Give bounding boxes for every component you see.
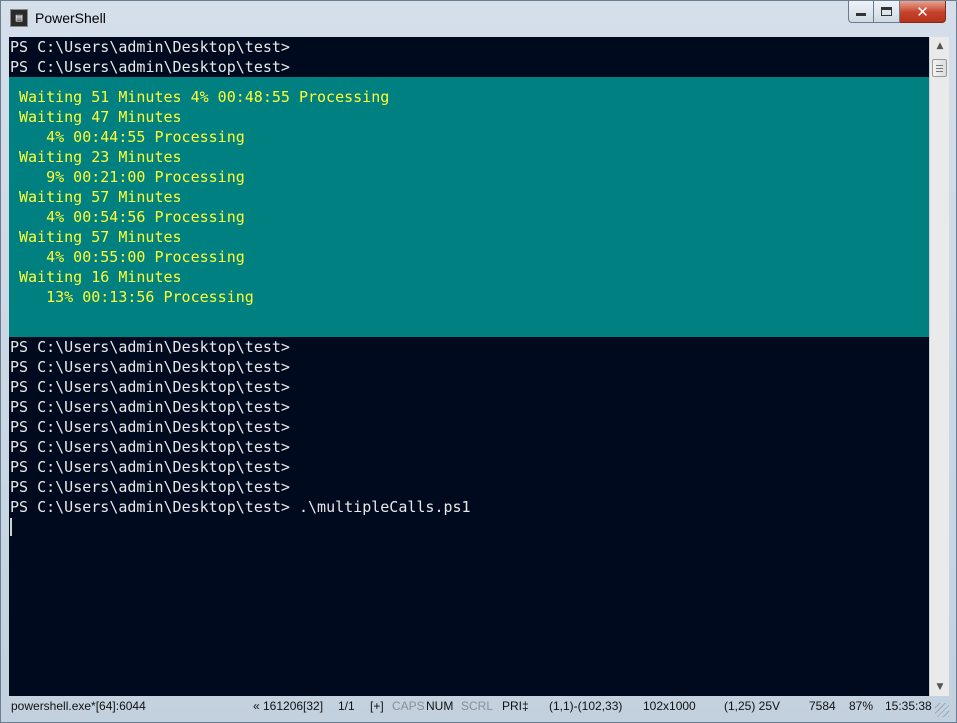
status-cursor-pos[interactable]: (1,25) 25V: [724, 699, 780, 713]
close-button[interactable]: ✕: [900, 1, 946, 23]
minimize-button[interactable]: [848, 1, 874, 23]
title-bar[interactable]: ▤ PowerShell ✕: [1, 1, 956, 37]
status-time: 15:35:38: [885, 699, 932, 713]
progress-line: 4% 00:55:00 Processing: [19, 248, 245, 266]
console-line: PS C:\Users\admin\Desktop\test>: [10, 58, 290, 76]
status-zoom[interactable]: 87%: [849, 699, 873, 713]
progress-line: 4% 00:54:56 Processing: [19, 208, 245, 226]
progress-line: 13% 00:13:56 Processing: [19, 288, 254, 306]
progress-line: Waiting 57 Minutes: [19, 228, 182, 246]
console-line: PS C:\Users\admin\Desktop\test>: [10, 398, 290, 416]
minimize-icon: [856, 13, 866, 16]
status-buffer[interactable]: 102x1000: [643, 699, 696, 713]
console-command-line: PS C:\Users\admin\Desktop\test> .\multip…: [10, 498, 471, 516]
console-line: PS C:\Users\admin\Desktop\test>: [10, 378, 290, 396]
console-line: PS C:\Users\admin\Desktop\test>: [10, 418, 290, 436]
progress-line: Waiting 57 Minutes: [19, 188, 182, 206]
powershell-window: ▤ PowerShell ✕ PS C:\Users\admin\Desktop…: [0, 0, 957, 723]
progress-line: Waiting 47 Minutes: [19, 108, 182, 126]
status-pid[interactable]: 7584: [809, 699, 836, 713]
text-cursor: [10, 518, 12, 536]
progress-line: Waiting 23 Minutes: [19, 148, 182, 166]
status-plus[interactable]: [+]: [370, 699, 384, 713]
status-num[interactable]: NUM: [426, 699, 453, 713]
console-line: PS C:\Users\admin\Desktop\test>: [10, 458, 290, 476]
progress-line: 4% 00:44:55 Processing: [19, 128, 245, 146]
status-caps[interactable]: CAPS: [392, 699, 425, 713]
caption-buttons: ✕: [848, 1, 946, 23]
resize-grip[interactable]: [935, 703, 949, 717]
scroll-down-arrow-icon[interactable]: ▼: [930, 678, 950, 696]
status-pri[interactable]: PRI‡: [502, 699, 529, 713]
progress-panel: Waiting 51 Minutes 4% 00:48:55 Processin…: [9, 77, 929, 337]
maximize-icon: [881, 7, 892, 16]
status-scrl[interactable]: SCRL: [461, 699, 493, 713]
status-selection[interactable]: (1,1)-(102,33): [549, 699, 622, 713]
status-process[interactable]: powershell.exe*[64]:6044: [11, 699, 146, 713]
console-line: PS C:\Users\admin\Desktop\test>: [10, 478, 290, 496]
status-history[interactable]: « 161206[32]: [253, 699, 323, 713]
scroll-up-arrow-icon[interactable]: ▲: [930, 37, 950, 55]
progress-line: Waiting 16 Minutes: [19, 268, 182, 286]
progress-line: 9% 00:21:00 Processing: [19, 168, 245, 186]
console-icon[interactable]: ▤: [10, 9, 28, 27]
status-bar: powershell.exe*[64]:6044 « 161206[32] 1/…: [9, 697, 949, 717]
console-area[interactable]: PS C:\Users\admin\Desktop\test> PS C:\Us…: [9, 37, 929, 696]
maximize-button[interactable]: [874, 1, 900, 23]
vertical-scrollbar[interactable]: ▲ ▼: [929, 37, 949, 696]
progress-line: Waiting 51 Minutes 4% 00:48:55 Processin…: [19, 88, 390, 106]
console-line: PS C:\Users\admin\Desktop\test>: [10, 338, 290, 356]
console-line: PS C:\Users\admin\Desktop\test>: [10, 358, 290, 376]
status-pages[interactable]: 1/1: [338, 699, 355, 713]
close-icon: ✕: [916, 2, 929, 21]
console-line: PS C:\Users\admin\Desktop\test>: [10, 38, 290, 56]
scrollbar-thumb[interactable]: [932, 59, 947, 77]
console-line: PS C:\Users\admin\Desktop\test>: [10, 438, 290, 456]
window-title: PowerShell: [35, 10, 106, 26]
